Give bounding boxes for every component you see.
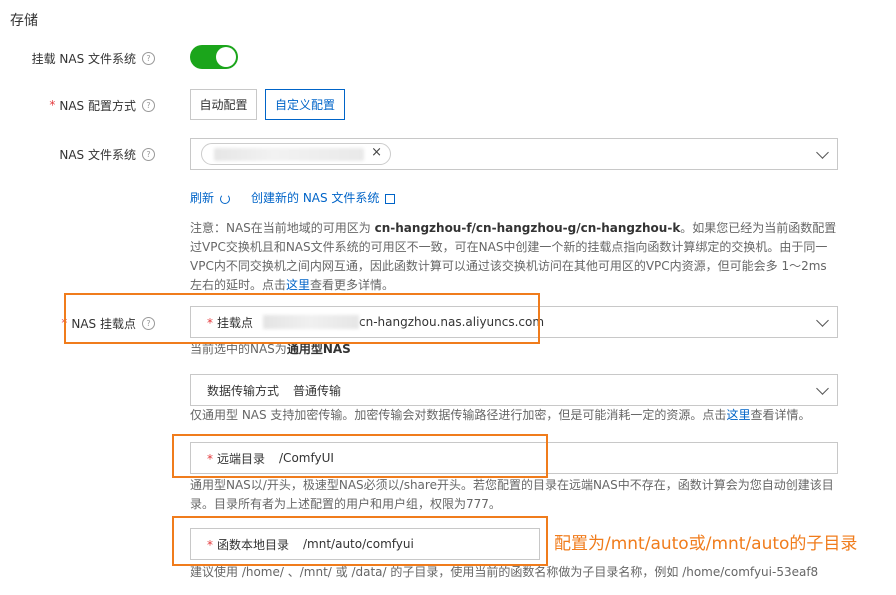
help-icon[interactable]: ? (142, 147, 155, 161)
highlight-box-remote-dir (172, 434, 548, 478)
close-icon[interactable]: × (371, 145, 382, 160)
nas-notice: 注意：NAS在当前地域的可用区为 cn-hangzhou-f/cn-hangzh… (190, 221, 837, 292)
refresh-link[interactable]: 刷新 (190, 189, 231, 206)
transfer-field-label: 数据传输方式 (207, 383, 280, 398)
section-title: 存储 (10, 13, 38, 29)
toggle-knob (216, 47, 236, 67)
remote-dir-note: 通用型NAS以/开头，极速型NAS必须以/share开头。若您配置的目录在远端N… (190, 478, 834, 511)
transfer-note: 仅通用型 NAS 支持加密传输。加密传输会对数据传输路径进行加密，但是可能消耗一… (190, 408, 811, 422)
chevron-down-icon (816, 314, 829, 327)
auto-config-button[interactable]: 自动配置 (190, 89, 257, 120)
redacted-value (214, 148, 364, 161)
custom-config-button[interactable]: 自定义配置 (265, 89, 345, 120)
notice-link[interactable]: 这里 (286, 278, 310, 292)
transfer-mode-select[interactable]: 数据传输方式 普通传输 (190, 374, 838, 406)
help-icon[interactable]: ? (142, 98, 155, 112)
nas-config-label: * NAS 配置方式? (0, 95, 155, 115)
external-link-icon (385, 193, 396, 204)
nas-fs-select[interactable]: × (190, 138, 838, 170)
transfer-value: 普通传输 (293, 383, 342, 398)
transfer-note-link[interactable]: 这里 (726, 408, 750, 422)
chevron-down-icon (816, 382, 829, 395)
chevron-down-icon (816, 146, 829, 159)
highlight-box-mount-point (64, 293, 540, 344)
nas-fs-tag: × (201, 143, 391, 165)
local-dir-annotation: 配置为/mnt/auto或/mnt/auto的子目录 (554, 534, 858, 554)
mount-nas-label: 挂载 NAS 文件系统? (0, 48, 155, 68)
highlight-box-local-dir (172, 516, 548, 566)
refresh-icon (220, 193, 231, 204)
create-nas-link[interactable]: 创建新的 NAS 文件系统 (251, 189, 396, 206)
nas-fs-label: NAS 文件系统? (0, 144, 155, 164)
help-icon[interactable]: ? (142, 51, 155, 65)
mount-nas-toggle[interactable] (190, 45, 238, 69)
